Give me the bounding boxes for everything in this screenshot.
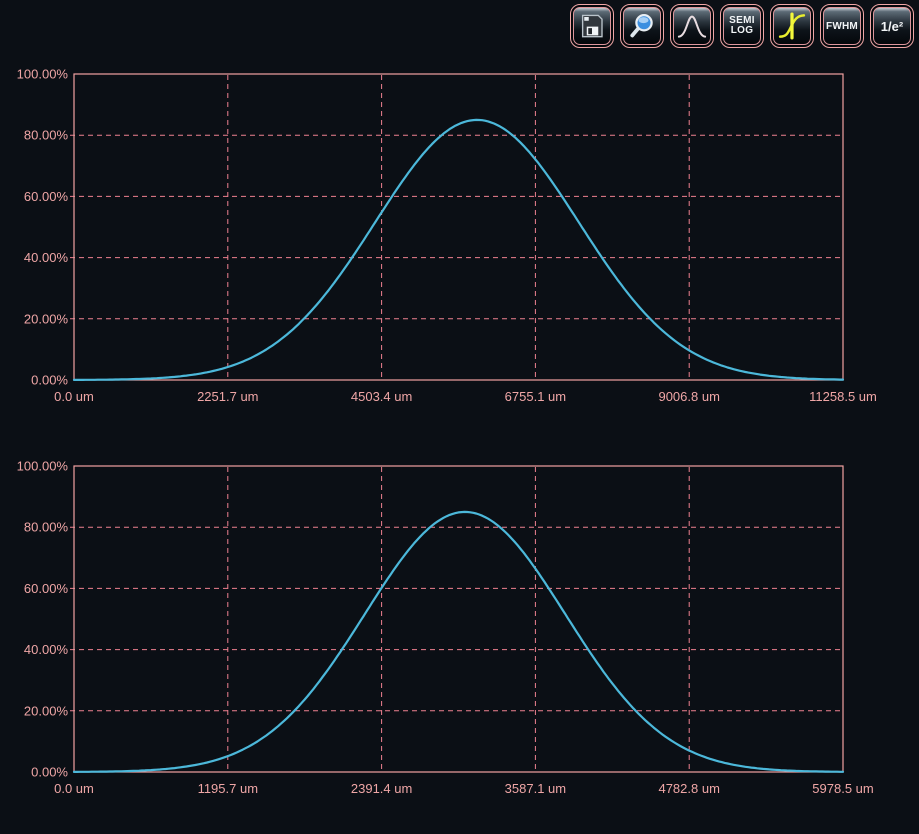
profile-curve: [74, 120, 843, 380]
plot-frame: [74, 74, 843, 380]
knife-edge-curve-icon: [777, 11, 807, 41]
semilog-button-face: SEMI LOG: [723, 7, 761, 45]
fwhm-button-face: FWHM: [823, 7, 861, 45]
x-tick-label: 0.0 um: [54, 781, 94, 796]
x-tick-label: 1195.7 um: [198, 781, 258, 796]
y-tick-label: 80.00%: [24, 128, 69, 143]
x-tick-label: 9006.8 um: [658, 389, 719, 404]
gaussian-curve-icon: [677, 11, 707, 41]
knife-edge-button-face: [773, 7, 811, 45]
save-button-face: [573, 7, 611, 45]
floppy-disk-icon: [577, 11, 607, 41]
beam-profile-chart-bottom: 100.00% 80.00% 60.00% 40.00% 20.00% 0.00%0.0 …: [0, 452, 919, 800]
x-tick-label: 0.0 um: [54, 389, 94, 404]
inv-e-squared-button[interactable]: 1/e²: [870, 4, 914, 48]
y-tick-label: 0.00%: [31, 765, 68, 780]
semilog-label-line2: LOG: [731, 26, 754, 37]
x-tick-label: 5978.5 um: [812, 781, 873, 796]
beam-profile-chart-top: 100.00% 80.00% 60.00% 40.00% 20.00% 0.00%0.0 …: [0, 60, 919, 408]
y-tick-label: 100.00%: [17, 67, 69, 82]
gaussian-fit-button[interactable]: [670, 4, 714, 48]
gaussian-fit-button-face: [673, 7, 711, 45]
profile-curve: [74, 512, 843, 772]
x-tick-label: 11258.5 um: [809, 389, 877, 404]
zoom-button-face: [623, 7, 661, 45]
y-tick-label: 60.00%: [24, 189, 69, 204]
fwhm-label: FWHM: [826, 21, 858, 32]
x-tick-label: 3587.1 um: [505, 781, 566, 796]
y-tick-label: 40.00%: [24, 642, 69, 657]
x-tick-label: 2391.4 um: [351, 781, 412, 796]
zoom-button[interactable]: [620, 4, 664, 48]
x-tick-label: 6755.1 um: [505, 389, 566, 404]
semilog-button[interactable]: SEMI LOG: [720, 4, 764, 48]
y-tick-label: 100.00%: [17, 459, 69, 474]
x-tick-label: 2251.7 um: [197, 389, 258, 404]
beam-profiler-window: SEMI LOG FWHM 1/e² 100.00% 80.00% 60.00% 40…: [0, 0, 919, 834]
y-tick-label: 40.00%: [24, 250, 69, 265]
y-tick-label: 60.00%: [24, 581, 69, 596]
inv-e-squared-label: 1/e²: [881, 19, 903, 34]
y-tick-label: 20.00%: [24, 311, 69, 326]
y-tick-label: 80.00%: [24, 520, 69, 535]
save-button[interactable]: [570, 4, 614, 48]
y-tick-label: 20.00%: [24, 703, 69, 718]
knife-edge-button[interactable]: [770, 4, 814, 48]
x-tick-label: 4503.4 um: [351, 389, 412, 404]
magnifier-icon: [627, 11, 657, 41]
y-tick-label: 0.00%: [31, 373, 68, 388]
fwhm-button[interactable]: FWHM: [820, 4, 864, 48]
x-tick-label: 4782.8 um: [658, 781, 719, 796]
inv-e-squared-button-face: 1/e²: [873, 7, 911, 45]
toolbar: SEMI LOG FWHM 1/e²: [570, 4, 914, 48]
